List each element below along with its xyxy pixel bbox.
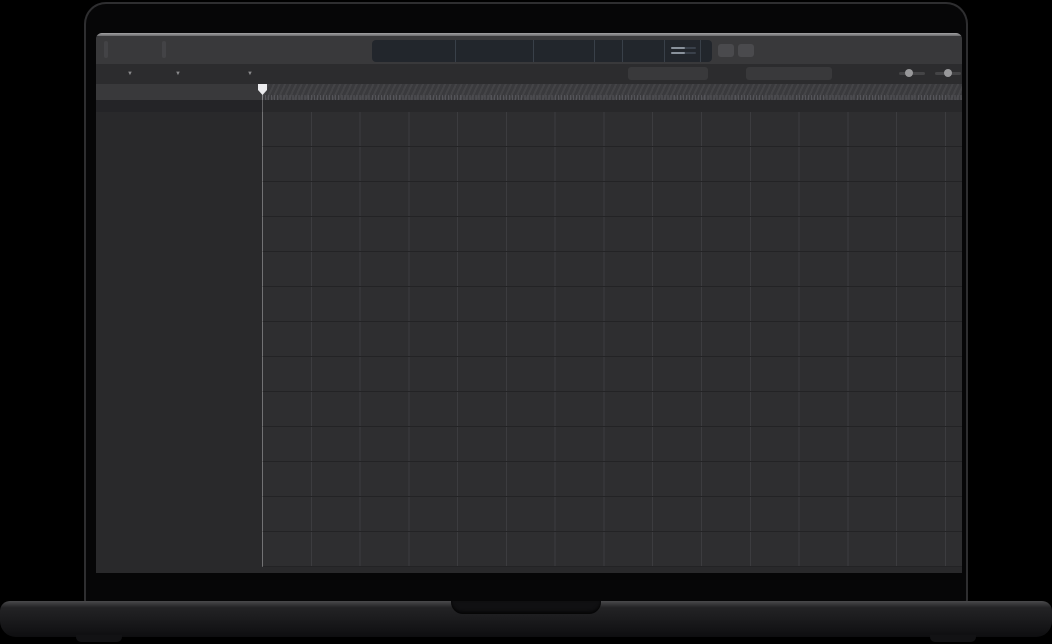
drag-select[interactable] [746,67,832,80]
playhead-line [262,84,263,567]
lcd-signature-section [595,40,623,62]
add-track-button[interactable] [101,86,115,98]
duplicate-track-button[interactable] [122,86,136,98]
window-view-buttons [104,41,108,58]
cpu-meter [671,47,696,49]
functions-menu[interactable]: ▼ [172,67,181,81]
control-view-buttons [162,41,166,58]
screen: ▼ ▼ ▼ [96,33,962,573]
track-header-bar [96,84,262,101]
track-header-list [96,112,262,573]
camera-indicator-light [945,19,949,23]
vertical-zoom-slider[interactable] [896,70,925,77]
lcd-position-section [456,40,535,62]
no-input-monitoring-button[interactable] [718,44,734,57]
arrange-grid[interactable] [262,112,962,567]
view-menu[interactable]: ▼ [244,67,253,81]
lcd-tempo-section [534,40,594,62]
lcd-display[interactable] [372,40,712,62]
tracks-area-toolbar: ▼ ▼ ▼ [96,64,962,85]
track-header-config-button[interactable] [242,86,256,98]
metronome-icon[interactable] [793,44,807,57]
lcd-time-section [372,40,456,62]
lcd-meter-section [665,40,701,62]
edit-menu[interactable]: ▼ [124,67,133,81]
solo-mode-button[interactable] [738,44,754,57]
arrange-empty-area [262,567,962,573]
laptop-foot-left [76,635,122,642]
laptop-foot-right [930,635,976,642]
laptop-lid-notch [451,601,601,614]
back-icon[interactable] [100,67,118,81]
lcd-io-section [623,40,665,62]
hd-meter [671,52,696,54]
control-bar [96,36,962,65]
snap-select[interactable] [628,67,708,80]
horizontal-zoom-slider[interactable] [932,70,961,77]
lcd-chevron-icon[interactable] [701,40,712,62]
purple-badge[interactable] [762,44,788,57]
